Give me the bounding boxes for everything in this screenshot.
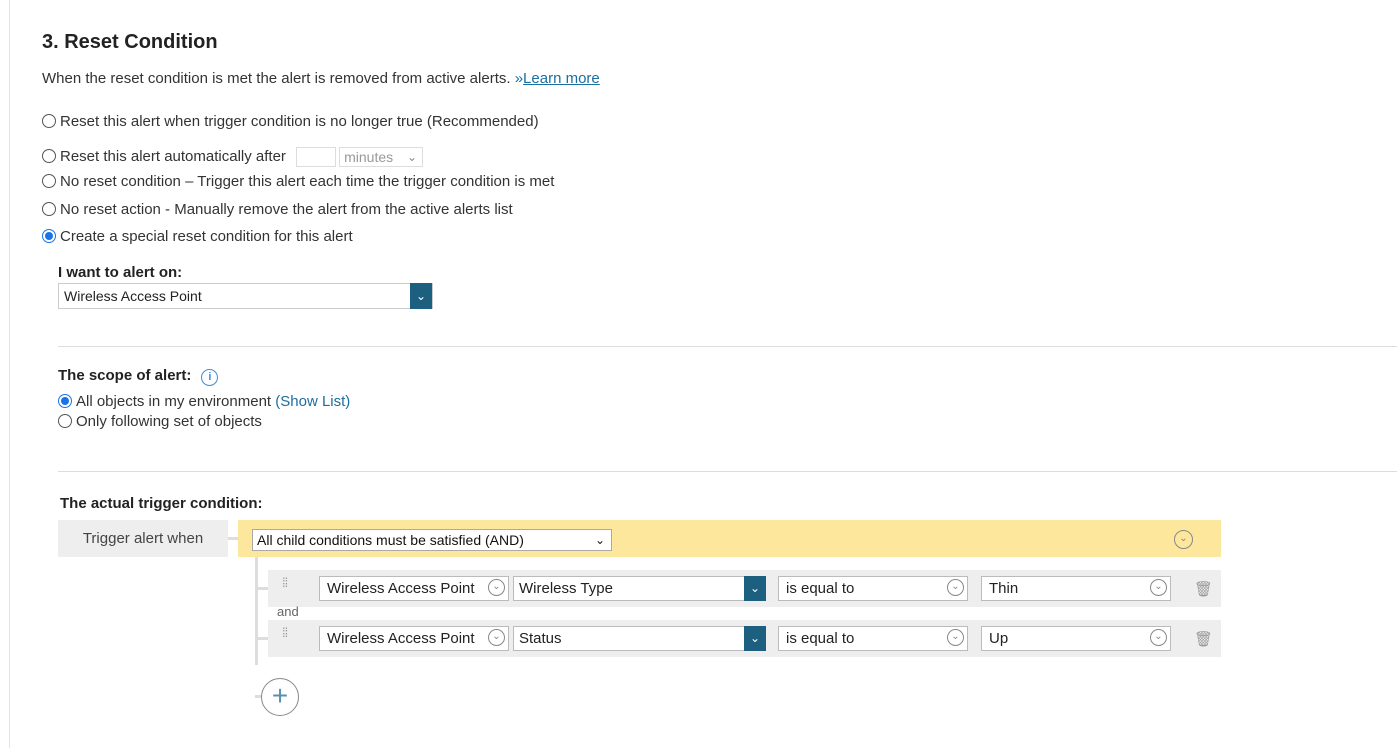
reset-option-label: No reset action - Manually remove the al…: [60, 201, 513, 218]
scope-heading: The scope of alert: i: [58, 367, 219, 386]
condition-operator-value: is equal to: [786, 580, 855, 597]
chevron-down-icon: ⌄: [407, 150, 418, 164]
alert-on-select[interactable]: Wireless Access Point ⌄: [58, 283, 433, 309]
alert-on-value: Wireless Access Point: [64, 288, 202, 304]
reset-option-special[interactable]: Create a special reset condition for thi…: [42, 228, 353, 245]
chevron-down-icon: ⌄: [488, 579, 505, 596]
tree-line-horizontal: [255, 637, 268, 640]
scope-option-all[interactable]: All objects in my environment (Show List…: [58, 393, 350, 410]
radio-scope-following[interactable]: [58, 414, 72, 428]
radio-no-reset-action[interactable]: [42, 202, 56, 216]
reset-option-manual[interactable]: No reset action - Manually remove the al…: [42, 201, 513, 218]
condition-logic-select[interactable]: All child conditions must be satisfied (…: [252, 529, 612, 551]
condition-value-select[interactable]: Up ⌄: [981, 626, 1171, 651]
tree-line-vertical: [255, 557, 258, 665]
condition-row: ⁞⁞ Wireless Access Point ⌄ Wireless Type…: [268, 570, 1221, 607]
logic-select-value: All child conditions must be satisfied (…: [257, 532, 524, 548]
scope-option-label: All objects in my environment: [76, 393, 272, 410]
condition-value-select[interactable]: Thin ⌄: [981, 576, 1171, 601]
condition-value: Up: [989, 630, 1009, 647]
chevron-down-icon: ⌄: [1150, 629, 1167, 646]
reset-option-label: Reset this alert when trigger condition …: [60, 113, 539, 130]
reset-option-none[interactable]: No reset condition – Trigger this alert …: [42, 173, 554, 190]
radio-scope-all[interactable]: [58, 394, 72, 408]
info-icon[interactable]: i: [201, 369, 219, 386]
connector-line: [228, 537, 238, 540]
description-text: When the reset condition is met the aler…: [42, 70, 515, 87]
reset-option-label: Reset this alert automatically after: [60, 147, 286, 165]
chevron-down-icon: ⌄: [594, 533, 605, 547]
divider: [58, 346, 1397, 347]
radio-auto-reset[interactable]: [42, 148, 56, 163]
auto-reset-unit-select[interactable]: minutes ⌄: [339, 147, 424, 167]
drag-handle-icon[interactable]: ⁞⁞: [282, 626, 292, 639]
scope-label: The scope of alert:: [58, 367, 192, 384]
section-title: 3. Reset Condition: [42, 31, 218, 53]
unit-select-value: minutes: [344, 149, 394, 165]
condition-object-value: Wireless Access Point: [327, 630, 475, 647]
radio-special-reset[interactable]: [42, 229, 56, 243]
divider: [58, 471, 1397, 472]
section-description: When the reset condition is met the aler…: [42, 70, 600, 87]
chevron-down-icon: ⌄: [947, 629, 964, 646]
chevron-down-icon: ⌄: [744, 626, 766, 651]
trigger-heading: The actual trigger condition:: [60, 495, 263, 512]
learn-more-link[interactable]: Learn more: [523, 70, 600, 87]
scope-option-label: Only following set of objects: [76, 413, 262, 430]
auto-reset-value-input[interactable]: [296, 147, 337, 167]
group-menu-chevron-icon[interactable]: ⌄: [1174, 530, 1193, 549]
condition-operator-select[interactable]: is equal to ⌄: [778, 576, 968, 601]
scope-option-following[interactable]: Only following set of objects: [58, 413, 262, 430]
chevron-down-icon: ⌄: [488, 629, 505, 646]
left-border: [9, 0, 10, 748]
condition-property-value: Wireless Type: [519, 580, 613, 597]
trigger-when-label: Trigger alert when: [58, 520, 228, 557]
condition-object-value: Wireless Access Point: [327, 580, 475, 597]
chevron-down-icon[interactable]: ⌄: [410, 283, 432, 309]
radio-no-longer-true[interactable]: [42, 114, 56, 128]
plus-icon: +: [271, 680, 289, 711]
tree-line-horizontal: [255, 587, 268, 590]
condition-property-select[interactable]: Status ⌄: [513, 626, 766, 651]
trash-icon[interactable]: 🗑: [1194, 580, 1213, 598]
condition-object-select[interactable]: Wireless Access Point ⌄: [319, 576, 509, 601]
chevron-down-icon: ⌄: [947, 579, 964, 596]
radio-no-reset-condition[interactable]: [42, 174, 56, 188]
reset-option-auto[interactable]: Reset this alert automatically after min…: [42, 147, 424, 167]
show-list-link[interactable]: (Show List): [275, 393, 350, 410]
reset-option-label: Create a special reset condition for thi…: [60, 228, 353, 245]
reset-option-label: No reset condition – Trigger this alert …: [60, 173, 555, 190]
alert-on-label: I want to alert on:: [58, 264, 183, 281]
condition-property-select[interactable]: Wireless Type ⌄: [513, 576, 766, 601]
condition-operator-select[interactable]: is equal to ⌄: [778, 626, 968, 651]
condition-operator-value: is equal to: [786, 630, 855, 647]
condition-value: Thin: [989, 580, 1019, 597]
learn-more-prefix: »: [514, 70, 524, 87]
chevron-down-icon: ⌄: [1150, 579, 1167, 596]
condition-group-bar: All child conditions must be satisfied (…: [238, 520, 1221, 557]
drag-handle-icon[interactable]: ⁞⁞: [282, 576, 292, 589]
condition-row: ⁞⁞ Wireless Access Point ⌄ Status ⌄ is e…: [268, 620, 1221, 657]
condition-joiner: and: [277, 604, 299, 619]
condition-object-select[interactable]: Wireless Access Point ⌄: [319, 626, 509, 651]
add-condition-button[interactable]: +: [261, 678, 299, 716]
reset-option-no-longer-true[interactable]: Reset this alert when trigger condition …: [42, 113, 539, 130]
condition-property-value: Status: [519, 630, 562, 647]
chevron-down-icon: ⌄: [744, 576, 766, 601]
trash-icon[interactable]: 🗑: [1194, 630, 1213, 648]
